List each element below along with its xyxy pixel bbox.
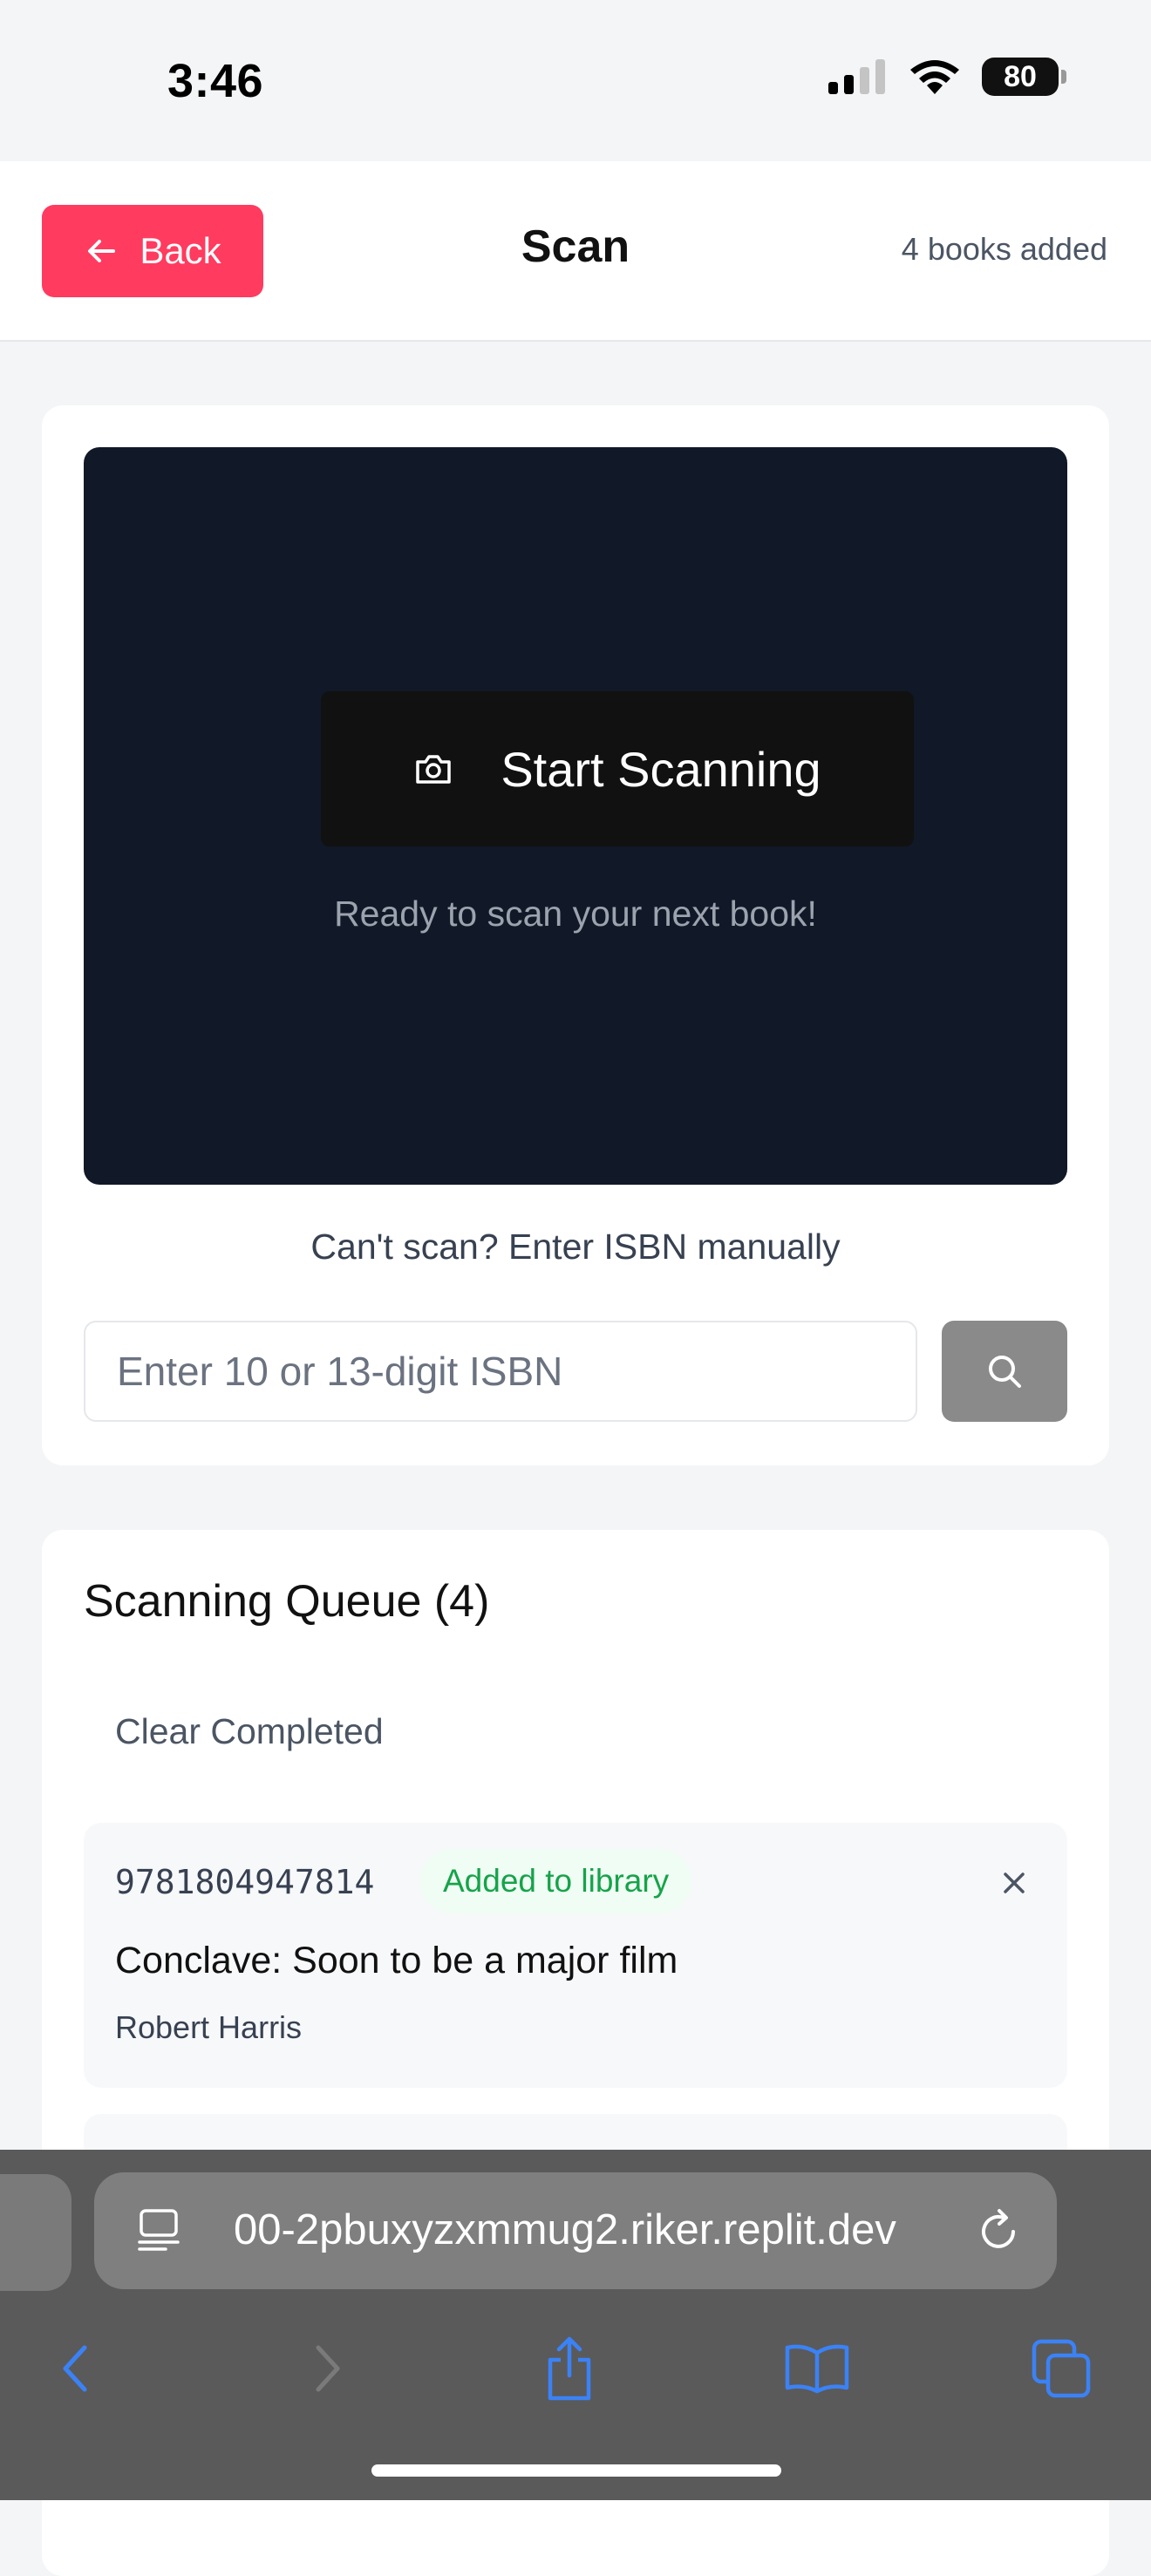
camera-viewport: Start Scanning Ready to scan your next b… bbox=[84, 447, 1067, 1185]
reload-icon[interactable] bbox=[975, 2206, 1024, 2256]
app-header: Back Scan 4 books added bbox=[0, 161, 1151, 342]
previous-tab-preview[interactable] bbox=[0, 2174, 72, 2291]
cellular-signal-icon bbox=[828, 59, 885, 94]
ready-text: Ready to scan your next book! bbox=[334, 894, 817, 934]
queue-item-title: Conclave: Soon to be a major film bbox=[115, 1940, 678, 1981]
chevron-left-icon bbox=[63, 2345, 87, 2392]
book-icon bbox=[785, 2344, 849, 2394]
battery-level: 80 bbox=[1004, 59, 1037, 93]
isbn-input[interactable] bbox=[84, 1321, 917, 1422]
url-text: 00-2pbuxyzxmmug2.riker.replit.dev bbox=[234, 2206, 896, 2253]
share-icon bbox=[548, 2336, 591, 2401]
tabs-icon bbox=[1032, 2339, 1091, 2398]
start-scanning-label: Start Scanning bbox=[501, 741, 821, 797]
forward-nav-button[interactable] bbox=[288, 2329, 366, 2408]
status-badge: Added to library bbox=[420, 1849, 692, 1913]
queue-item-isbn: 9781804947814 bbox=[115, 1863, 375, 1901]
battery-indicator: 80 bbox=[982, 58, 1066, 96]
share-button[interactable] bbox=[530, 2329, 609, 2408]
home-indicator bbox=[371, 2464, 781, 2477]
queue-item-author: Robert Harris bbox=[115, 2009, 303, 2045]
browser-toolbar: 00-2pbuxyzxmmug2.riker.replit.dev bbox=[0, 2150, 1151, 2500]
queue-item: 9781804947814 Added to library Conclave:… bbox=[84, 1823, 1067, 2088]
tabs-button[interactable] bbox=[1022, 2329, 1100, 2408]
browser-nav-row bbox=[0, 2310, 1151, 2423]
address-bar[interactable]: 00-2pbuxyzxmmug2.riker.replit.dev bbox=[94, 2172, 1057, 2289]
status-time: 3:46 bbox=[167, 55, 264, 107]
camera-icon bbox=[416, 755, 452, 784]
start-scanning-button[interactable]: Start Scanning bbox=[321, 691, 914, 846]
status-icons: 80 bbox=[828, 58, 1066, 96]
bookmarks-button[interactable] bbox=[778, 2329, 856, 2408]
status-bar: 3:46 80 bbox=[0, 0, 1151, 161]
manual-entry-label: Can't scan? Enter ISBN manually bbox=[310, 1227, 841, 1267]
wifi-icon bbox=[910, 60, 959, 94]
chevron-right-icon bbox=[316, 2345, 340, 2392]
clear-completed-button[interactable]: Clear Completed bbox=[115, 1711, 384, 1752]
isbn-search-button[interactable] bbox=[942, 1321, 1067, 1422]
scan-card: Start Scanning Ready to scan your next b… bbox=[42, 405, 1109, 1465]
remove-item-button[interactable] bbox=[992, 1861, 1036, 1905]
search-icon bbox=[989, 1356, 1021, 1388]
queue-title: Scanning Queue (4) bbox=[84, 1576, 490, 1627]
back-nav-button[interactable] bbox=[37, 2329, 115, 2408]
books-added-count: 4 books added bbox=[901, 231, 1107, 267]
page-menu-icon[interactable] bbox=[136, 2207, 181, 2256]
close-icon bbox=[1004, 1873, 1025, 1893]
